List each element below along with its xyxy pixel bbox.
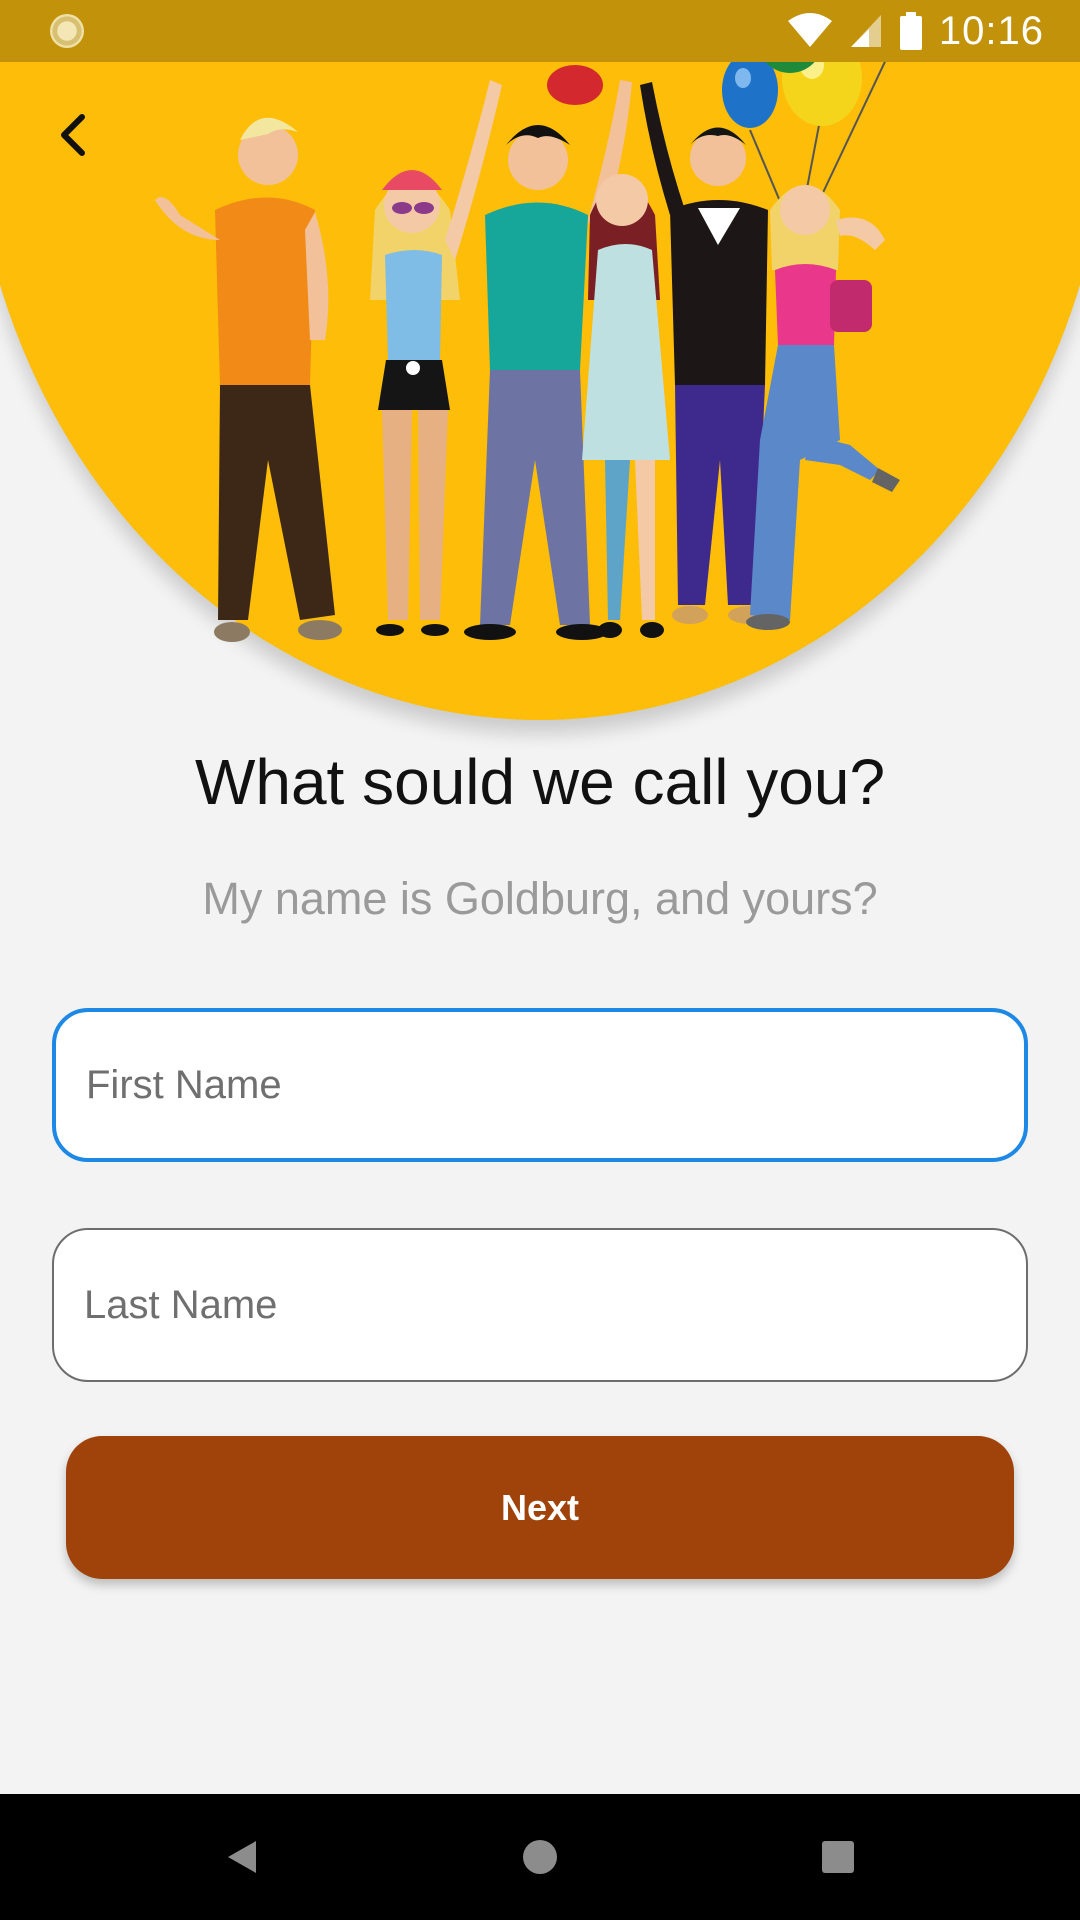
last-name-input[interactable] xyxy=(52,1228,1028,1382)
person-4 xyxy=(582,174,670,638)
chevron-left-icon xyxy=(61,114,85,156)
nav-home-button[interactable] xyxy=(502,1819,578,1895)
person-1 xyxy=(155,117,342,642)
recents-square-icon xyxy=(822,1841,854,1873)
group-of-friends-illustration xyxy=(155,40,900,642)
wifi-icon xyxy=(787,13,832,47)
first-name-input[interactable] xyxy=(52,1008,1028,1162)
status-icons: 10:16 xyxy=(787,0,1044,62)
person-6 xyxy=(746,185,900,630)
page-subtitle: My name is Goldburg, and yours? xyxy=(202,873,878,924)
home-circle-icon xyxy=(523,1840,557,1874)
nav-back-button[interactable] xyxy=(204,1819,280,1895)
page-title: What sould we call you? xyxy=(194,746,886,818)
navigation-bar xyxy=(0,1794,1080,1920)
battery-icon xyxy=(899,12,922,50)
status-time: 10:16 xyxy=(938,8,1044,53)
app-notification-icon xyxy=(50,14,84,48)
person-2 xyxy=(370,80,502,636)
next-button[interactable]: Next xyxy=(66,1436,1014,1579)
back-button[interactable] xyxy=(44,100,104,170)
back-triangle-icon xyxy=(228,1841,256,1873)
signal-icon xyxy=(850,15,881,47)
status-bar: 10:16 xyxy=(0,0,1080,62)
nav-recents-button[interactable] xyxy=(800,1819,876,1895)
signup-name-screen: 10:16 What sould we call you? My name is… xyxy=(0,0,1080,1920)
